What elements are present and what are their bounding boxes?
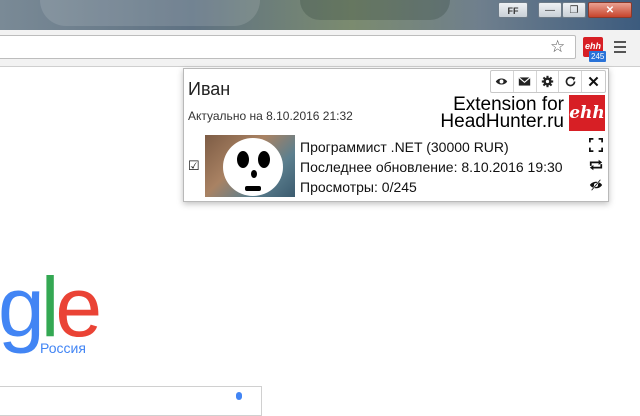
logo-letter: g — [0, 260, 45, 354]
brand-text: Extension for HeadHunter.ru — [432, 95, 564, 132]
extension-popup: Иван Актуально на 8.10.2016 21:32 Extens… — [183, 68, 609, 202]
hamburger-menu-icon[interactable] — [614, 41, 626, 53]
user-name: Иван — [188, 79, 231, 99]
maximize-button[interactable]: ❐ — [562, 2, 586, 18]
eye-icon[interactable] — [491, 71, 514, 92]
address-bar[interactable] — [0, 35, 576, 59]
brand-logo: ehh — [569, 95, 605, 131]
envelope-icon[interactable] — [514, 71, 537, 92]
search-input[interactable] — [0, 386, 262, 416]
region-label: Россия — [40, 340, 86, 356]
avatar — [205, 135, 295, 197]
expand-icon[interactable] — [588, 137, 604, 153]
resume-title[interactable]: Программист .NET (30000 RUR) — [300, 137, 563, 157]
gear-icon[interactable] — [537, 71, 560, 92]
close-window-button[interactable]: ✕ — [588, 2, 632, 18]
microphone-icon[interactable] — [236, 392, 242, 400]
window-titlebar: FF — ❐ ✕ — [0, 0, 640, 30]
resume-checkbox[interactable]: ☑ — [188, 159, 200, 173]
extension-badge: 245 — [589, 51, 607, 62]
resume-item[interactable]: ☑ Программист .NET (30000 RUR) Последнее… — [184, 135, 608, 197]
close-icon[interactable] — [582, 71, 605, 92]
updated-timestamp: Актуально на 8.10.2016 21:32 — [188, 109, 353, 123]
google-logo: gle — [0, 260, 102, 354]
resume-last-update: Последнее обновление: 8.10.2016 19:30 — [300, 159, 563, 175]
profile-button[interactable]: FF — [498, 2, 528, 18]
browser-toolbar — [0, 30, 640, 67]
refresh-icon[interactable] — [559, 71, 583, 92]
hide-eye-icon[interactable] — [588, 177, 604, 193]
background-blur — [40, 0, 260, 26]
star-icon[interactable]: ☆ — [550, 37, 565, 57]
popup-toolbar — [490, 70, 606, 93]
brand-line: HeadHunter.ru — [440, 111, 564, 132]
resume-details: Программист .NET (30000 RUR) Последнее о… — [300, 137, 563, 197]
minimize-button[interactable]: — — [538, 2, 562, 18]
repost-icon[interactable] — [588, 157, 604, 173]
resume-views: Просмотры: 0/245 — [300, 179, 417, 195]
background-blur — [300, 0, 450, 20]
